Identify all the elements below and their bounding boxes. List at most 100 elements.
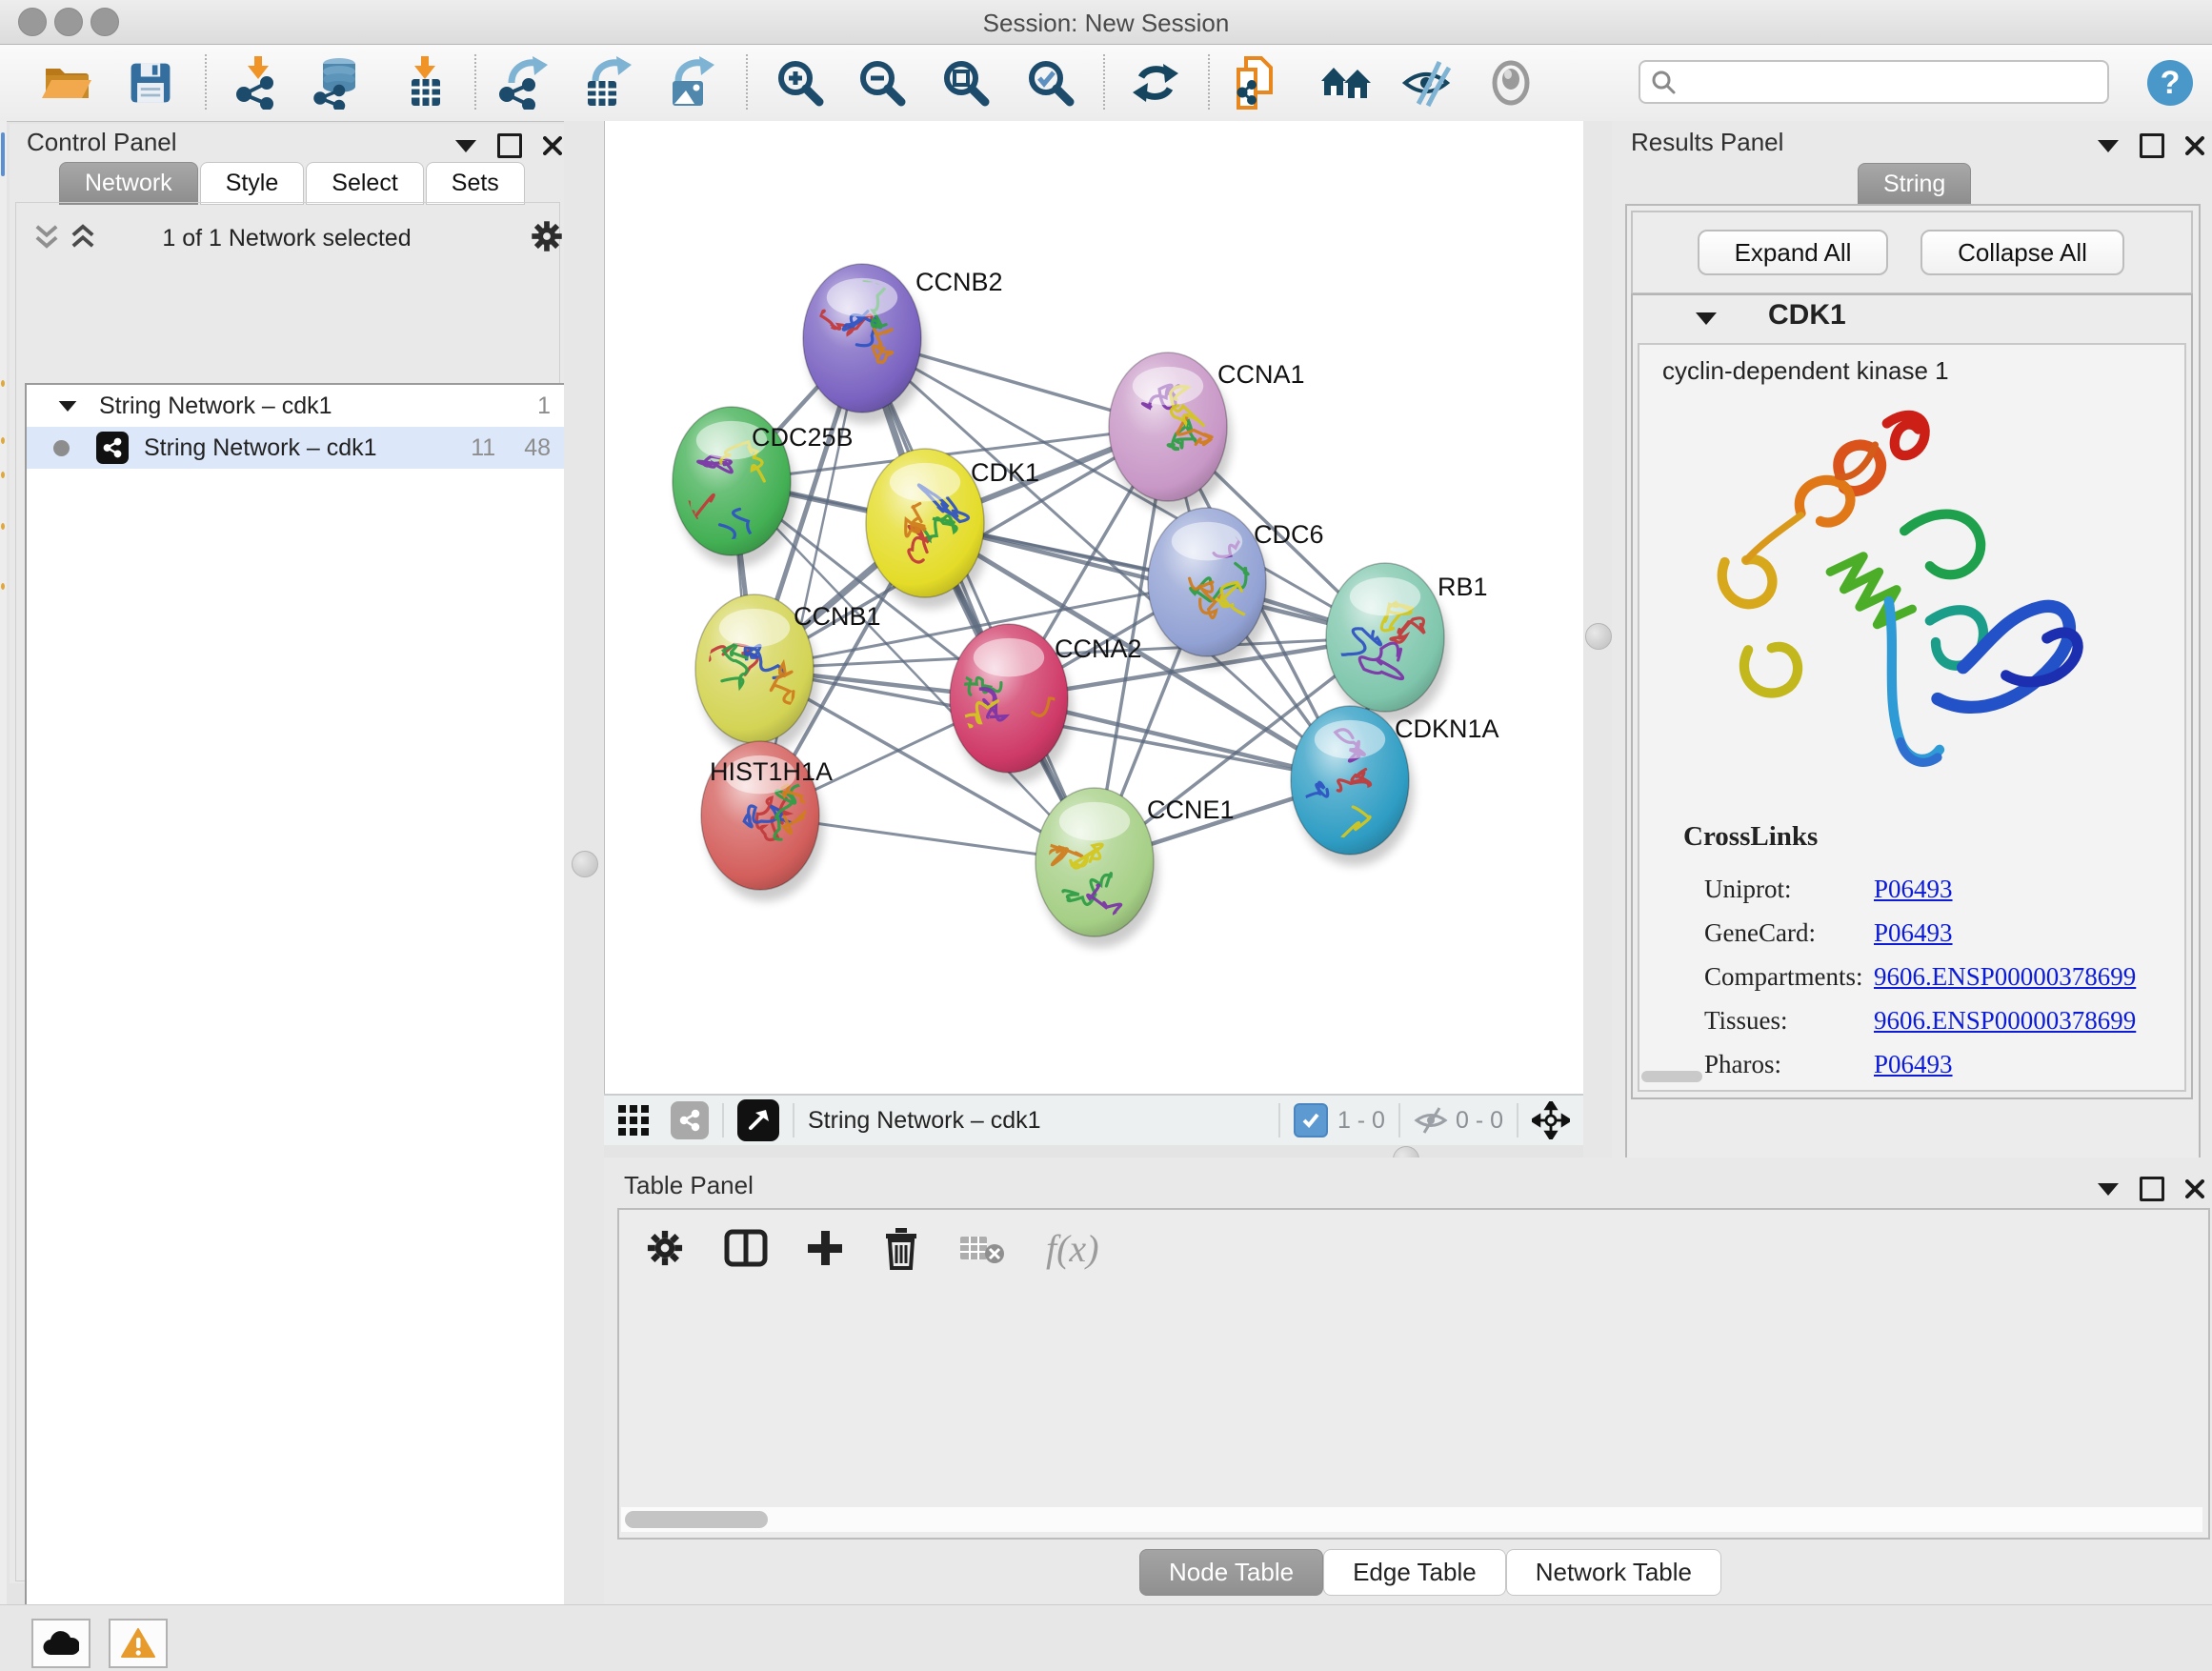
tab-edge-table[interactable]: Edge Table <box>1323 1549 1506 1596</box>
tab-network-table[interactable]: Network Table <box>1506 1549 1721 1596</box>
refresh-icon <box>1129 56 1182 110</box>
tab-style[interactable]: Style <box>200 162 305 205</box>
share-view-icon[interactable] <box>671 1101 709 1139</box>
open-session-button[interactable] <box>38 52 95 113</box>
panel-close-icon[interactable] <box>2185 1179 2204 1198</box>
collection-expander-icon[interactable] <box>59 400 77 411</box>
export-network-button[interactable] <box>494 52 552 113</box>
network-row[interactable]: String Network – cdk1 11 48 <box>27 427 566 469</box>
tab-sets[interactable]: Sets <box>426 162 525 205</box>
node-label-RB1: RB1 <box>1438 573 1488 601</box>
tab-network[interactable]: Network <box>59 162 198 205</box>
network-selection-status: 1 of 1 Network selected <box>10 225 564 252</box>
edge-mark <box>1 132 5 176</box>
split-columns-icon[interactable] <box>724 1229 768 1267</box>
hide-selected-button[interactable] <box>1399 52 1457 113</box>
network-node-CCNB1[interactable]: CCNB1 <box>692 594 881 755</box>
crosslink-tissues[interactable]: 9606.ENSP00000378699 <box>1874 1006 2136 1036</box>
collapse-all-button[interactable]: Collapse All <box>1920 230 2124 275</box>
import-network-icon <box>231 56 285 110</box>
network-edge-count: 48 <box>524 434 551 462</box>
help-button[interactable]: ? <box>2142 52 2199 113</box>
network-node-count: 11 <box>471 434 495 462</box>
results-hscrollbar-thumb[interactable] <box>1641 1071 1702 1082</box>
netbar-network-title: String Network – cdk1 <box>808 1107 1041 1135</box>
eye-disabled-icon <box>1484 56 1538 110</box>
network-node-CDKN1A[interactable]: CDKN1A <box>1281 706 1498 866</box>
node-label-CDKN1A: CDKN1A <box>1395 715 1499 743</box>
import-table-button[interactable] <box>396 52 453 113</box>
tab-label: Sets <box>452 170 499 196</box>
export-table-button[interactable] <box>578 52 635 113</box>
crosslink-label: Tissues: <box>1704 1006 1874 1036</box>
refresh-button[interactable] <box>1127 52 1184 113</box>
search-field[interactable] <box>1639 60 2109 104</box>
tab-node-table[interactable]: Node Table <box>1139 1549 1323 1596</box>
right-splitter-handle[interactable] <box>1585 623 1612 650</box>
fit-content-icon[interactable] <box>737 1099 779 1141</box>
network-node-HIST1H1A[interactable]: HIST1H1A <box>701 741 833 901</box>
network-node-CDK1[interactable]: CDK1 <box>866 449 1039 609</box>
tab-label: String <box>1883 171 1945 197</box>
tab-label: Network <box>85 170 172 196</box>
zoom-selected-button[interactable] <box>1022 52 1079 113</box>
expand-collapse-box: Expand All Collapse All <box>1631 211 2193 294</box>
network-node-CDC25B[interactable]: CDC25B <box>673 407 854 567</box>
cloud-status-button[interactable] <box>31 1619 90 1668</box>
network-graph[interactable]: CCNB2CCNA1CDC25BCDK1CDC6RB1CCNB1CCNA2CDK… <box>605 121 1584 1094</box>
string-protein-query-button[interactable] <box>1229 52 1286 113</box>
table-hscrollbar-thumb[interactable] <box>625 1511 768 1528</box>
function-builder-button[interactable]: f(x) <box>1046 1226 1099 1271</box>
delete-column-trash-icon[interactable] <box>882 1226 920 1270</box>
panel-menu-icon[interactable] <box>2098 140 2119 152</box>
network-node-CCNE1[interactable]: CCNE1 <box>1035 788 1235 948</box>
zoom-in-icon <box>774 56 827 110</box>
add-column-icon[interactable] <box>806 1229 844 1267</box>
crosslink-uniprot[interactable]: P06493 <box>1874 875 1953 904</box>
table-hscrollbar[interactable] <box>621 1507 2202 1532</box>
crosslink-row: Pharos: P06493 <box>1704 1042 2162 1086</box>
zoom-out-button[interactable] <box>854 52 911 113</box>
network-collection-row[interactable]: String Network – cdk1 1 <box>27 385 566 427</box>
panel-close-icon[interactable] <box>2185 136 2204 155</box>
zoom-fit-button[interactable] <box>937 52 995 113</box>
results-panel-title: Results Panel <box>1631 128 1783 157</box>
search-input[interactable] <box>1684 68 2098 96</box>
panel-float-icon[interactable] <box>2140 1177 2164 1201</box>
grid-view-icon[interactable] <box>617 1104 650 1137</box>
window-title: Session: New Session <box>0 9 2212 38</box>
left-splitter-handle[interactable] <box>572 851 598 877</box>
tab-select[interactable]: Select <box>306 162 423 205</box>
table-settings-gear-icon[interactable] <box>644 1227 686 1269</box>
first-neighbors-button[interactable] <box>1317 52 1375 113</box>
netbar-separator <box>1398 1103 1400 1137</box>
crosslink-compartments[interactable]: 9606.ENSP00000378699 <box>1874 962 2136 992</box>
selected-checkbox-icon[interactable] <box>1294 1103 1328 1137</box>
birds-eye-crosshair-icon[interactable] <box>1532 1101 1570 1139</box>
right-splitter[interactable] <box>1583 121 1612 1158</box>
network-node-CCNA1[interactable]: CCNA1 <box>1109 352 1305 513</box>
node-label-CDC6: CDC6 <box>1254 520 1324 549</box>
import-network-button[interactable] <box>230 52 287 113</box>
network-view-canvas[interactable]: CCNB2CCNA1CDC25BCDK1CDC6RB1CCNB1CCNA2CDK… <box>604 121 1585 1094</box>
save-session-button[interactable] <box>122 52 179 113</box>
panel-menu-icon[interactable] <box>455 140 476 152</box>
panel-float-icon[interactable] <box>497 133 522 158</box>
protein-description: cyclin-dependent kinase 1 <box>1662 356 1949 386</box>
crosslink-genecard[interactable]: P06493 <box>1874 918 1953 948</box>
crosslink-pharos[interactable]: P06493 <box>1874 1050 1953 1079</box>
protein-expander-icon[interactable] <box>1696 312 1717 325</box>
panel-close-icon[interactable] <box>543 136 562 155</box>
show-all-disabled-button[interactable] <box>1482 52 1539 113</box>
panel-float-icon[interactable] <box>2140 133 2164 158</box>
delete-table-disabled-icon[interactable] <box>958 1231 1008 1265</box>
warnings-button[interactable] <box>109 1619 168 1668</box>
tab-string[interactable]: String <box>1858 163 1971 206</box>
export-image-button[interactable] <box>663 52 720 113</box>
panel-menu-icon[interactable] <box>2098 1183 2119 1196</box>
expand-all-button[interactable]: Expand All <box>1698 230 1888 275</box>
left-splitter[interactable] <box>564 121 604 1604</box>
gear-icon[interactable] <box>528 217 566 255</box>
zoom-in-button[interactable] <box>772 52 829 113</box>
import-network-from-database-button[interactable] <box>309 52 366 113</box>
